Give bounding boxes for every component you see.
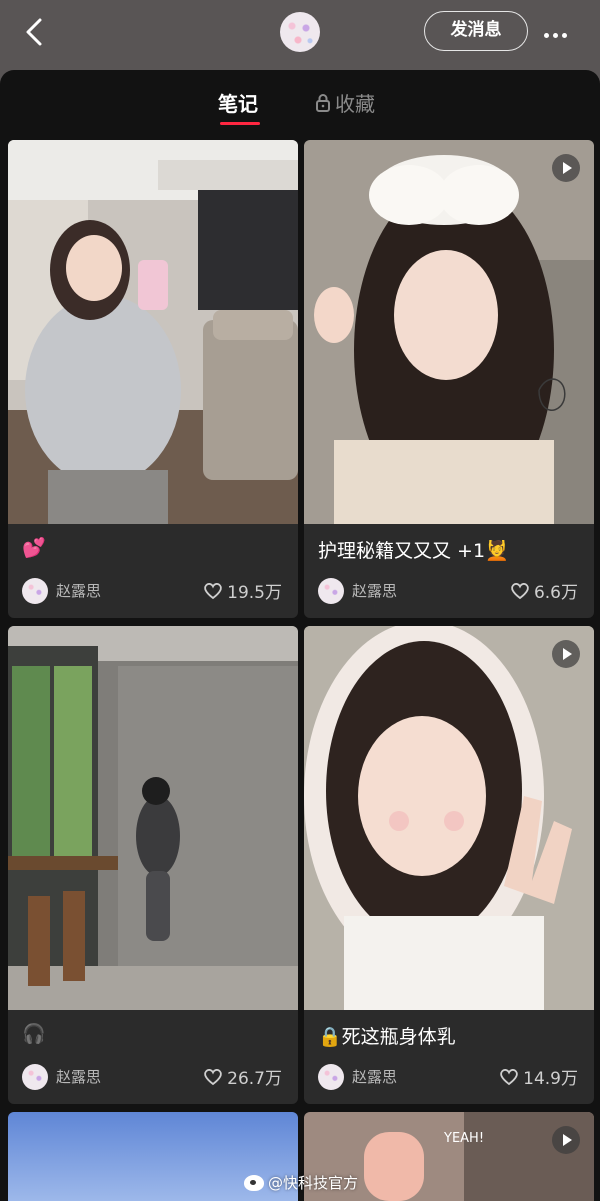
- video-play-icon: [552, 640, 580, 668]
- more-horizontal-icon: [544, 33, 549, 38]
- note-title: 💕: [22, 537, 46, 559]
- send-message-button[interactable]: 发消息: [424, 11, 528, 51]
- author-name[interactable]: 赵露思: [56, 580, 101, 601]
- active-tab-indicator: [220, 122, 260, 125]
- back-button[interactable]: [18, 14, 54, 50]
- tab-favorites-label: 收藏: [335, 92, 375, 116]
- watermark: @快科技官方: [244, 1172, 358, 1193]
- weibo-logo-icon: [244, 1174, 264, 1191]
- heart-icon: [204, 582, 222, 599]
- watermark-text: @快科技官方: [268, 1174, 359, 1192]
- note-title: 护理秘籍又又又 +1💆: [318, 540, 509, 562]
- note-card[interactable]: 🔒死这瓶身体乳 赵露思 14.9万: [304, 626, 594, 1104]
- note-title: 🎧: [22, 1023, 46, 1045]
- author-avatar[interactable]: [22, 578, 48, 604]
- heart-icon: [500, 1068, 518, 1085]
- lock-icon: [316, 93, 330, 112]
- like-button[interactable]: 26.7万: [203, 1064, 282, 1089]
- top-bar: 发消息: [0, 0, 600, 70]
- tab-notes[interactable]: 笔记: [218, 88, 258, 117]
- tab-favorites[interactable]: 收藏: [314, 88, 375, 117]
- like-count: 26.7万: [227, 1069, 282, 1089]
- like-button[interactable]: 19.5万: [203, 578, 282, 603]
- overlay-text: YEAH!: [443, 1131, 484, 1146]
- like-count: 14.9万: [523, 1069, 578, 1089]
- author-avatar[interactable]: [318, 578, 344, 604]
- author-name[interactable]: 赵露思: [352, 580, 397, 601]
- note-card[interactable]: 护理秘籍又又又 +1💆 赵露思 6.6万: [304, 140, 594, 618]
- like-button[interactable]: 6.6万: [510, 578, 578, 603]
- author-avatar[interactable]: [22, 1064, 48, 1090]
- author-name[interactable]: 赵露思: [56, 1066, 101, 1087]
- video-play-icon: [552, 154, 580, 182]
- note-title: 🔒死这瓶身体乳: [318, 1026, 456, 1048]
- like-count: 6.6万: [533, 583, 578, 603]
- profile-sheet: 笔记 收藏 💕 赵露思 19.5万 护理秘籍又又又 +1💆 赵露思 6.6万 🎧…: [0, 70, 600, 1201]
- heart-icon: [204, 1068, 222, 1085]
- note-card[interactable]: 💕 赵露思 19.5万: [8, 140, 298, 618]
- heart-icon: [511, 582, 529, 599]
- like-count: 19.5万: [227, 583, 282, 603]
- note-thumbnail: [304, 140, 594, 524]
- chevron-left-icon: [26, 18, 42, 46]
- more-button[interactable]: [544, 23, 576, 39]
- video-play-icon: [552, 1126, 580, 1154]
- avatar[interactable]: [280, 12, 320, 52]
- note-card[interactable]: 🎧 赵露思 26.7万: [8, 626, 298, 1104]
- author-avatar[interactable]: [318, 1064, 344, 1090]
- note-thumbnail: [8, 140, 298, 524]
- author-name[interactable]: 赵露思: [352, 1066, 397, 1087]
- note-thumbnail: [8, 626, 298, 1010]
- like-button[interactable]: 14.9万: [499, 1064, 578, 1089]
- note-thumbnail: [304, 626, 594, 1010]
